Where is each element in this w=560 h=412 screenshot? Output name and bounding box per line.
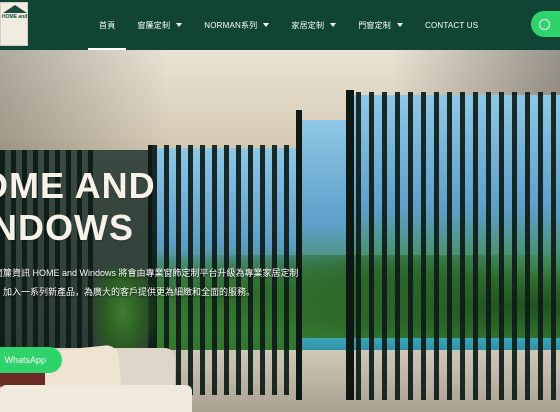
nav-item-label: 窗簾定制 (137, 20, 171, 30)
hero-description: 窗簾資訊 HOME and Windows 將會由專業窗飾定制平台升級為專業家居… (0, 264, 354, 302)
hero-description-line: ，加入一系列新產品，為廣大的客戶提供更為細緻和全面的服務。 (0, 287, 256, 297)
hero-title: OME AND INDOWS (0, 165, 156, 249)
nav-item-contact-us[interactable]: CONTACT US (414, 0, 489, 50)
hero-banner: OME AND INDOWS 窗簾資訊 HOME and Windows 將會由… (0, 50, 560, 412)
nav-item-label: 門窗定制 (358, 20, 391, 30)
site-logo[interactable]: HOME and WINDOWS (0, 2, 28, 46)
nav-item-label: 家居定制 (291, 20, 325, 30)
nav-item-label: 首頁 (99, 20, 116, 30)
logo-text: HOME and WINDOWS (2, 14, 28, 20)
nav-item-curtain-custom[interactable]: 窗簾定制 (126, 0, 193, 50)
house-icon (3, 5, 27, 13)
caret-down-icon (176, 23, 183, 27)
window-frame (346, 90, 354, 400)
nav-item-home-custom[interactable]: 家居定制 (280, 0, 347, 50)
nav-item-label: NORMAN系列 (204, 20, 258, 30)
hero-whatsapp-label: WhatsApp (4, 355, 46, 365)
main-nav: 首頁 窗簾定制 NORMAN系列 家居定制 門窗定制 CONTACT US (88, 0, 489, 50)
caret-down-icon (330, 23, 337, 27)
window-frame (296, 110, 302, 400)
whatsapp-icon (539, 18, 550, 30)
header-whatsapp-button[interactable] (531, 11, 560, 37)
caret-down-icon (397, 23, 403, 27)
hero-description-line: 窗簾資訊 HOME and Windows 將會由專業窗飾定制平台升級為專業家居… (0, 268, 299, 278)
hero-sofa-seat (0, 385, 192, 412)
hero-title-line: INDOWS (0, 207, 134, 248)
hero-whatsapp-button[interactable]: WhatsApp (0, 347, 62, 373)
nav-item-label: CONTACT US (425, 20, 479, 30)
nav-item-home[interactable]: 首頁 (88, 0, 127, 50)
nav-item-door-window-custom[interactable]: 門窗定制 (347, 0, 414, 50)
nav-item-norman-series[interactable]: NORMAN系列 (193, 0, 280, 50)
caret-down-icon (263, 23, 270, 27)
site-header: HOME and WINDOWS 首頁 窗簾定制 NORMAN系列 家居定制 門… (0, 0, 560, 50)
hero-title-line: OME AND (0, 165, 156, 206)
